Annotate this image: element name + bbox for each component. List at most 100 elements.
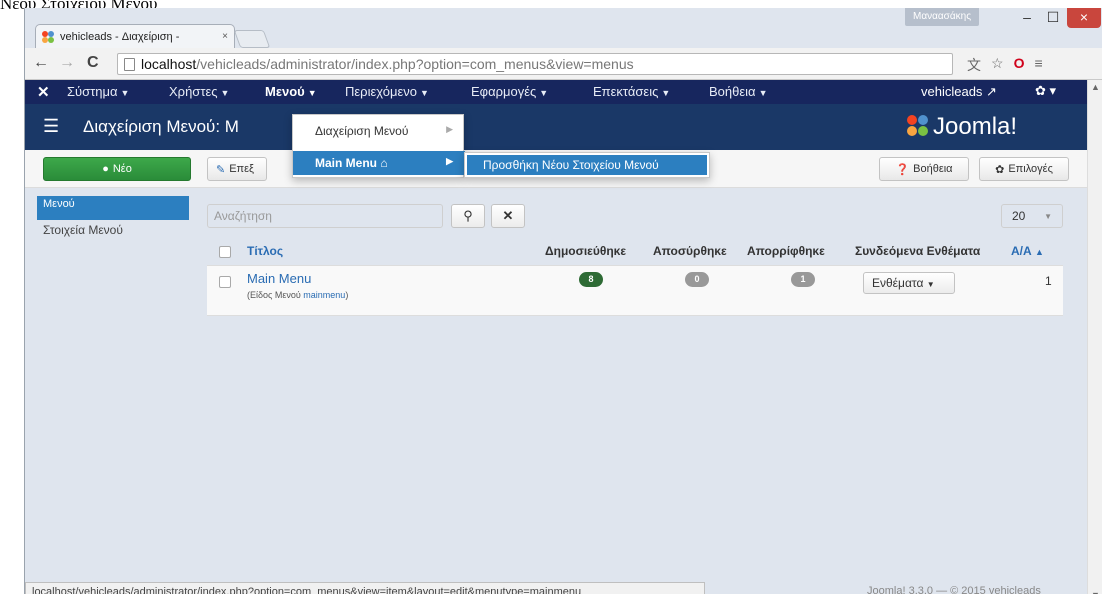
joomla-logo-icon[interactable]: ✕ <box>37 83 50 101</box>
modules-dropdown-button[interactable]: Ενθέματα ▼ <box>863 272 955 294</box>
caret-down-icon: ▼ <box>220 88 230 98</box>
manage-menus-label: Διαχείριση Μενού <box>315 124 409 138</box>
menu-type-suffix: ) <box>345 290 349 300</box>
question-icon: ❓ <box>895 163 910 176</box>
list-limit-value: 20 <box>1012 209 1026 223</box>
menu-system[interactable]: Σύστημα ▼ <box>67 84 129 99</box>
footer-copyright: Joomla! 3.3.0 — © 2015 vehicleads <box>867 585 1041 594</box>
caret-down-icon: ▼ <box>419 88 429 98</box>
caret-down-icon: ▼ <box>120 88 130 98</box>
translate-icon[interactable]: 文 <box>967 55 981 75</box>
page-scrollbar[interactable]: ▲ ▼ <box>1087 80 1102 594</box>
published-count-badge[interactable]: 8 <box>579 272 603 287</box>
new-button[interactable]: ● Νέο <box>43 157 191 181</box>
sidebar-item-menu-items[interactable]: Στοιχεία Μενού <box>37 220 189 240</box>
row-id: 1 <box>1045 274 1052 288</box>
modules-button-label: Ενθέματα <box>872 276 924 290</box>
menu-title-link[interactable]: Main Menu <box>247 271 311 286</box>
help-button[interactable]: ❓ Βοήθεια <box>879 157 969 181</box>
cog-icon: ✿ <box>995 163 1005 176</box>
chevron-right-icon: ▶ <box>446 124 453 134</box>
sidebar: Μενού Στοιχεία Μενού <box>37 196 189 240</box>
select-all-checkbox[interactable] <box>219 246 231 258</box>
clear-icon: ✕ <box>502 208 514 223</box>
menu-help[interactable]: Βοήθεια ▼ <box>709 84 767 99</box>
column-id[interactable]: Α/Α ▲ <box>1011 244 1044 258</box>
back-icon[interactable]: ← <box>33 54 49 72</box>
minimize-button[interactable]: – <box>1015 8 1039 28</box>
table-row: Main Menu (Είδος Μενού mainmenu) 8 0 1 Ε… <box>207 266 1063 316</box>
page-icon <box>124 57 135 71</box>
column-published[interactable]: Δημοσιεύθηκε <box>545 244 626 258</box>
unpublished-count-badge[interactable]: 0 <box>685 272 709 287</box>
list-limit-select[interactable]: 20 ▼ <box>1001 204 1063 228</box>
list-icon: ☰ <box>43 116 60 136</box>
menu-extensions[interactable]: Επεκτάσεις ▼ <box>593 84 670 99</box>
profile-badge[interactable]: Μαναασάκης <box>905 8 980 26</box>
joomla-favicon-icon <box>42 30 56 43</box>
scroll-down-icon[interactable]: ▼ <box>1091 590 1100 594</box>
add-new-menu-item[interactable]: Προσθήκη Νέου Στοιχείου Μενού <box>467 155 707 175</box>
caret-down-icon: ▼ <box>307 88 317 98</box>
joomla-brand: Joomla! <box>907 113 1017 141</box>
new-button-label: Νέο <box>112 163 132 175</box>
menu-users-label: Χρήστες <box>169 84 218 99</box>
menu-type-value: mainmenu <box>303 290 346 300</box>
column-title[interactable]: Τίτλος <box>247 244 283 258</box>
sidebar-item-menus[interactable]: Μενού <box>37 196 189 220</box>
main-menu-submenu: Προσθήκη Νέου Στοιχείου Μενού <box>464 152 710 178</box>
row-checkbox[interactable] <box>219 276 231 288</box>
bookmark-star-icon[interactable]: ☆ <box>991 55 1004 75</box>
menu-menus[interactable]: Μενού ▼ <box>265 84 317 99</box>
browser-menu-icon[interactable]: ≡ <box>1034 55 1042 75</box>
site-link[interactable]: vehicleads ↗ <box>921 84 997 100</box>
menu-users[interactable]: Χρήστες ▼ <box>169 84 229 99</box>
browser-extension-icons: 文 ☆ O ≡ <box>967 55 1043 75</box>
menu-components[interactable]: Εφαρμογές ▼ <box>471 84 548 99</box>
column-trashed[interactable]: Απορρίφθηκε <box>747 244 825 258</box>
column-id-label: Α/Α <box>1011 244 1032 258</box>
menu-type: (Είδος Μενού mainmenu) <box>247 290 348 300</box>
column-unpublished[interactable]: Αποσύρθηκε <box>653 244 727 258</box>
brand-text: Joomla! <box>933 113 1018 140</box>
menu-content-label: Περιεχόμενο <box>345 84 417 99</box>
menus-dropdown: Διαχείριση Μενού ▶ Main Menu ⌂ ▶ <box>292 114 465 178</box>
search-input[interactable]: Αναζήτηση <box>207 204 443 228</box>
trashed-count-badge[interactable]: 1 <box>791 272 815 287</box>
maximize-button[interactable]: ☐ <box>1041 8 1065 28</box>
forward-icon[interactable]: → <box>59 54 75 72</box>
tab-title: vehicleads - Διαχείριση - <box>60 30 180 43</box>
menu-components-label: Εφαρμογές <box>471 84 537 99</box>
page-header: ☰ Διαχείριση Μενού: Μ Joomla! <box>25 104 1087 150</box>
menu-content[interactable]: Περιεχόμενο ▼ <box>345 84 429 99</box>
tab-close-icon[interactable]: × <box>222 31 228 42</box>
search-icon: ⚲ <box>463 208 473 223</box>
joomla-top-menu: ✕ Σύστημα ▼ Χρήστες ▼ Μενού ▼ Περιεχόμενο ▼ … <box>25 80 1087 104</box>
new-tab-button[interactable] <box>233 30 271 48</box>
browser-tab[interactable]: vehicleads - Διαχείριση - × <box>35 24 235 48</box>
dropdown-item-manage-menus[interactable]: Διαχείριση Μενού ▶ <box>293 119 465 143</box>
browser-toolbar: ← → C localhost/vehicleads/administrator… <box>25 48 1102 80</box>
address-bar[interactable]: localhost/vehicleads/administrator/index… <box>117 53 953 75</box>
options-button[interactable]: ✿ Επιλογές <box>979 157 1069 181</box>
scroll-up-icon[interactable]: ▲ <box>1091 82 1100 92</box>
edit-button[interactable]: ✎ Επεξ <box>207 157 267 181</box>
menu-help-label: Βοήθεια <box>709 84 756 99</box>
browser-window: Μαναασάκης – ☐ × vehicleads - Διαχείριση… <box>24 8 1102 594</box>
caret-down-icon: ▼ <box>926 280 935 289</box>
column-linked-modules[interactable]: Συνδεόμενα Ενθέματα <box>855 244 980 258</box>
caret-down-icon: ▼ <box>758 88 768 98</box>
gear-icon[interactable]: ✿ ▾ <box>1035 83 1056 99</box>
close-window-button[interactable]: × <box>1067 8 1101 28</box>
url-path: /vehicleads/administrator/index.php?opti… <box>196 56 634 72</box>
edit-icon: ✎ <box>216 163 226 176</box>
adblock-icon[interactable]: O <box>1014 55 1025 75</box>
search-button[interactable]: ⚲ <box>451 204 485 228</box>
help-button-label: Βοήθεια <box>913 163 953 175</box>
dropdown-item-main-menu[interactable]: Main Menu ⌂ ▶ <box>293 151 465 175</box>
reload-icon[interactable]: C <box>87 54 99 72</box>
page-title: Διαχείριση Μενού: Μ <box>83 117 239 136</box>
chevron-down-icon: ▼ <box>1044 212 1052 221</box>
clear-button[interactable]: ✕ <box>491 204 525 228</box>
plus-circle-icon: ● <box>102 163 109 175</box>
